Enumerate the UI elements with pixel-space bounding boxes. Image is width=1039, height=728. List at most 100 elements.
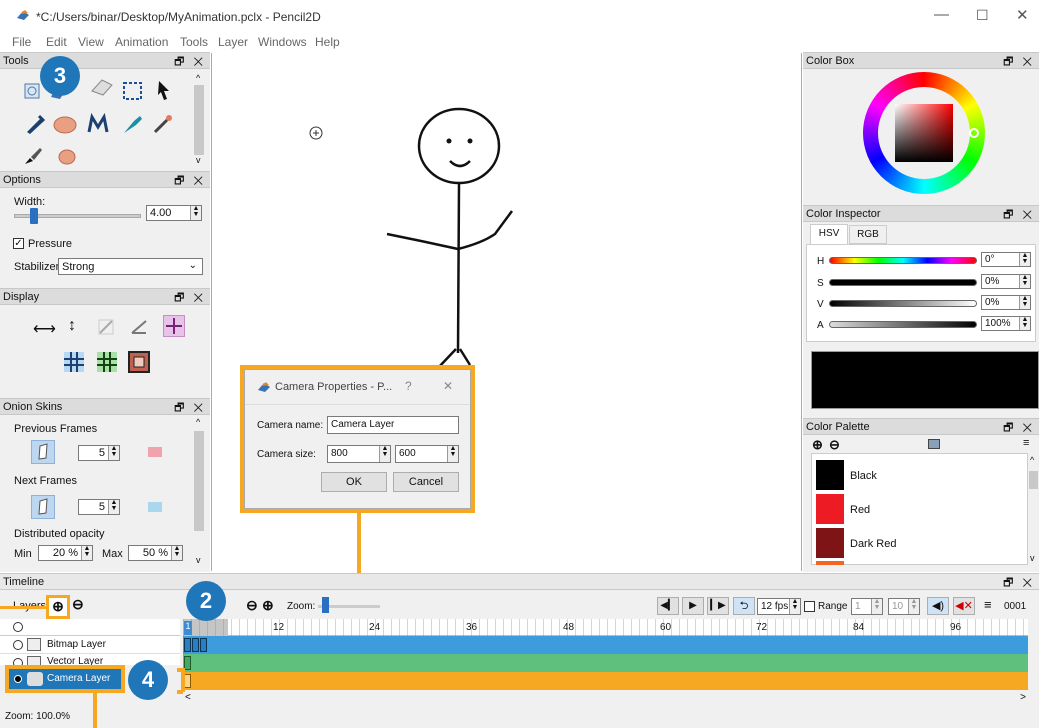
- polyline-icon[interactable]: [86, 112, 110, 137]
- remove-color-icon[interactable]: ⊖: [829, 437, 840, 453]
- menu-view[interactable]: View: [78, 35, 104, 49]
- palette-controls[interactable]: 🗗 ✕: [1003, 419, 1035, 438]
- hand-icon[interactable]: [56, 145, 80, 169]
- select-icon[interactable]: [122, 81, 146, 105]
- next-color-swatch[interactable]: [148, 502, 162, 512]
- tab-rgb[interactable]: RGB: [849, 225, 887, 244]
- timeline-hscrollbar[interactable]: < >: [183, 692, 1028, 706]
- width-slider-handle[interactable]: [30, 208, 38, 224]
- swatch-red-label[interactable]: Red: [850, 504, 870, 516]
- next-frame-button[interactable]: ▎▶: [707, 597, 729, 615]
- camera-layer-name[interactable]: Camera Layer: [47, 673, 110, 684]
- pen-icon[interactable]: [122, 113, 146, 137]
- move-icon[interactable]: [156, 79, 180, 103]
- add-color-icon[interactable]: ⊕: [812, 437, 823, 453]
- cancel-button[interactable]: Cancel: [393, 472, 459, 492]
- palette-scrollbar[interactable]: ^ v: [1028, 453, 1039, 565]
- menu-help[interactable]: Help: [315, 35, 340, 49]
- layer-row-camera[interactable]: Camera Layer: [5, 665, 125, 693]
- perspective-icon[interactable]: [130, 319, 148, 338]
- menu-windows[interactable]: Windows: [258, 35, 307, 49]
- bitmap-track[interactable]: [183, 636, 1028, 654]
- range-end-input[interactable]: 10 ▲ ▼: [888, 598, 920, 615]
- next-onion-toggle-icon[interactable]: [31, 495, 55, 519]
- remove-layer-icon[interactable]: ⊖: [72, 596, 84, 613]
- max-opacity-input[interactable]: 50 % ▲ ▼: [128, 545, 183, 561]
- camera-name-input[interactable]: Camera Layer: [327, 416, 459, 434]
- h-value-input[interactable]: 0° ▲ ▼: [981, 252, 1031, 267]
- color-square[interactable]: [895, 104, 953, 162]
- dialog-close-button[interactable]: ✕: [443, 379, 453, 393]
- safe-area-icon[interactable]: [128, 351, 150, 376]
- vector-track[interactable]: [183, 654, 1028, 672]
- width-input[interactable]: 4.00 ▲ ▼: [146, 205, 202, 221]
- swatch-next[interactable]: [816, 561, 844, 565]
- stabilizer-select[interactable]: Strong ⌄: [58, 258, 203, 275]
- swatch-black-label[interactable]: Black: [850, 470, 877, 482]
- zoom-in-icon[interactable]: ⊕: [262, 597, 274, 614]
- maximize-button[interactable]: ☐: [976, 7, 989, 24]
- pencil-icon[interactable]: [24, 113, 48, 137]
- dialog-help-button[interactable]: ?: [405, 379, 412, 393]
- sound-on-icon[interactable]: ◀): [927, 597, 949, 615]
- s-value-input[interactable]: 0% ▲ ▼: [981, 274, 1031, 289]
- menu-edit[interactable]: Edit: [46, 35, 67, 49]
- hue-slider[interactable]: [829, 257, 977, 264]
- flip-horizontal-icon[interactable]: ⟷: [33, 319, 56, 339]
- prev-onion-toggle-icon[interactable]: [31, 440, 55, 464]
- swatch-dark-red[interactable]: [816, 528, 844, 558]
- menu-layer[interactable]: Layer: [218, 35, 248, 49]
- grid-b-icon[interactable]: [96, 351, 118, 376]
- loop-button[interactable]: ⮌: [733, 597, 755, 615]
- minimize-button[interactable]: —: [934, 6, 949, 23]
- saturation-slider[interactable]: [829, 279, 977, 286]
- onion-scrollbar[interactable]: ^ v: [193, 417, 206, 567]
- flip-vertical-icon[interactable]: ↕: [68, 317, 76, 335]
- pressure-checkbox[interactable]: ✓: [13, 238, 24, 249]
- palette-view-icon[interactable]: [928, 439, 940, 449]
- overlay-icon[interactable]: [98, 319, 114, 338]
- bitmap-visibility-toggle[interactable]: [13, 640, 23, 650]
- range-checkbox[interactable]: [804, 601, 815, 612]
- sound-off-icon[interactable]: ◀✕: [953, 597, 975, 615]
- add-layer-button[interactable]: ⊕: [46, 595, 70, 619]
- fps-select[interactable]: 12 fps ▲ ▼: [757, 598, 801, 615]
- palette-menu-icon[interactable]: ≡: [1023, 437, 1029, 449]
- colorbox-controls[interactable]: 🗗 ✕: [1003, 53, 1035, 72]
- vector-visibility-toggle[interactable]: [13, 658, 23, 665]
- frame-ruler[interactable]: 1 12 24 36 48 60 72 84 96: [183, 619, 1028, 636]
- menu-tools[interactable]: Tools: [180, 35, 208, 49]
- brush-icon[interactable]: [22, 145, 46, 169]
- camera-track[interactable]: [183, 672, 1028, 690]
- range-start-input[interactable]: 1 ▲ ▼: [851, 598, 883, 615]
- layer-row-bitmap[interactable]: Bitmap Layer: [0, 636, 180, 654]
- swatch-red[interactable]: [816, 494, 844, 524]
- camera-visibility-toggle[interactable]: [14, 675, 22, 683]
- hue-handle[interactable]: [969, 128, 979, 138]
- swatch-dark-red-label[interactable]: Dark Red: [850, 538, 896, 550]
- tab-hsv[interactable]: HSV: [810, 224, 848, 244]
- layer-visibility-toggle-all[interactable]: [13, 622, 23, 632]
- v-value-input[interactable]: 0% ▲ ▼: [981, 295, 1031, 310]
- grid-a-icon[interactable]: [63, 351, 85, 376]
- smudge-icon[interactable]: [52, 111, 77, 135]
- a-value-input[interactable]: 100% ▲ ▼: [981, 316, 1031, 331]
- timeline-zoom-handle[interactable]: [322, 597, 329, 613]
- camera-height-input[interactable]: 600 ▲ ▼: [395, 445, 459, 463]
- ok-button[interactable]: OK: [321, 472, 387, 492]
- swatch-black[interactable]: [816, 460, 844, 490]
- close-button[interactable]: ✕: [1016, 6, 1029, 24]
- eraser-icon[interactable]: [90, 77, 114, 101]
- alpha-slider[interactable]: [829, 321, 977, 328]
- inspector-controls[interactable]: 🗗 ✕: [1003, 206, 1035, 225]
- color-wheel[interactable]: [863, 72, 985, 194]
- bitmap-layer-name[interactable]: Bitmap Layer: [47, 639, 106, 650]
- menu-animation[interactable]: Animation: [115, 35, 168, 49]
- min-opacity-input[interactable]: 20 % ▲ ▼: [38, 545, 93, 561]
- tools-scrollbar[interactable]: ^ v: [193, 71, 206, 168]
- timeline-vscrollbar[interactable]: [1029, 590, 1039, 705]
- timeline-menu-icon[interactable]: ≡: [984, 597, 992, 612]
- menu-file[interactable]: File: [12, 35, 31, 49]
- eyedropper-icon[interactable]: [152, 113, 176, 137]
- next-frames-input[interactable]: 5 ▲ ▼: [78, 499, 120, 515]
